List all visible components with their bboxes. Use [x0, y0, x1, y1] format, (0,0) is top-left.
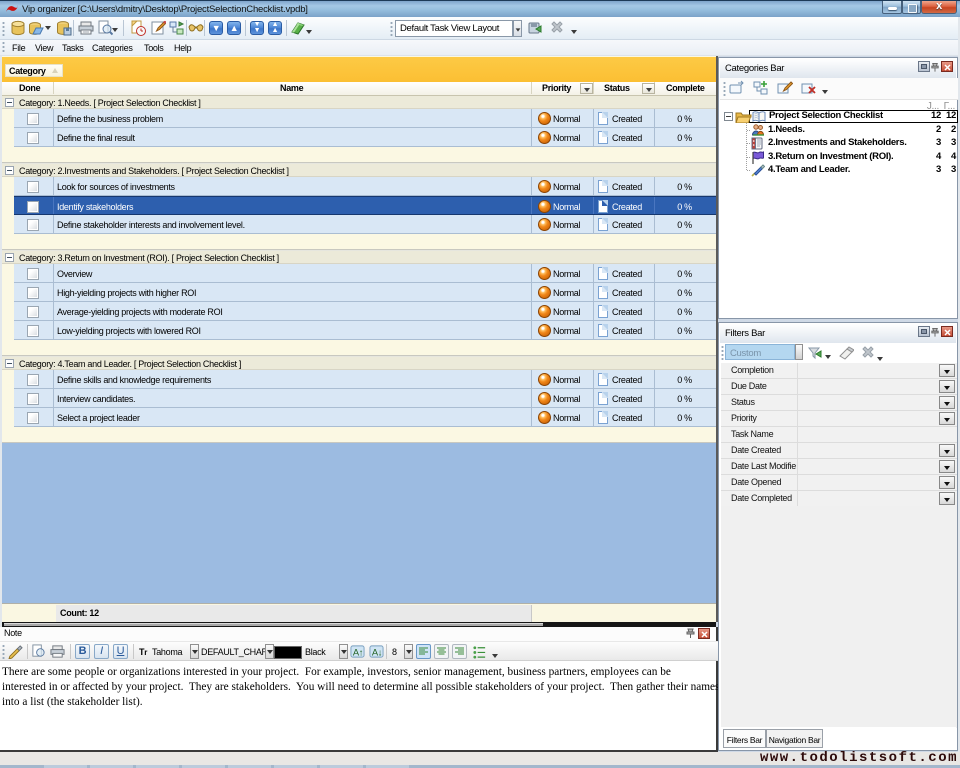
svg-text:A↑: A↑	[353, 647, 363, 657]
svg-text:A↓: A↓	[372, 647, 382, 657]
